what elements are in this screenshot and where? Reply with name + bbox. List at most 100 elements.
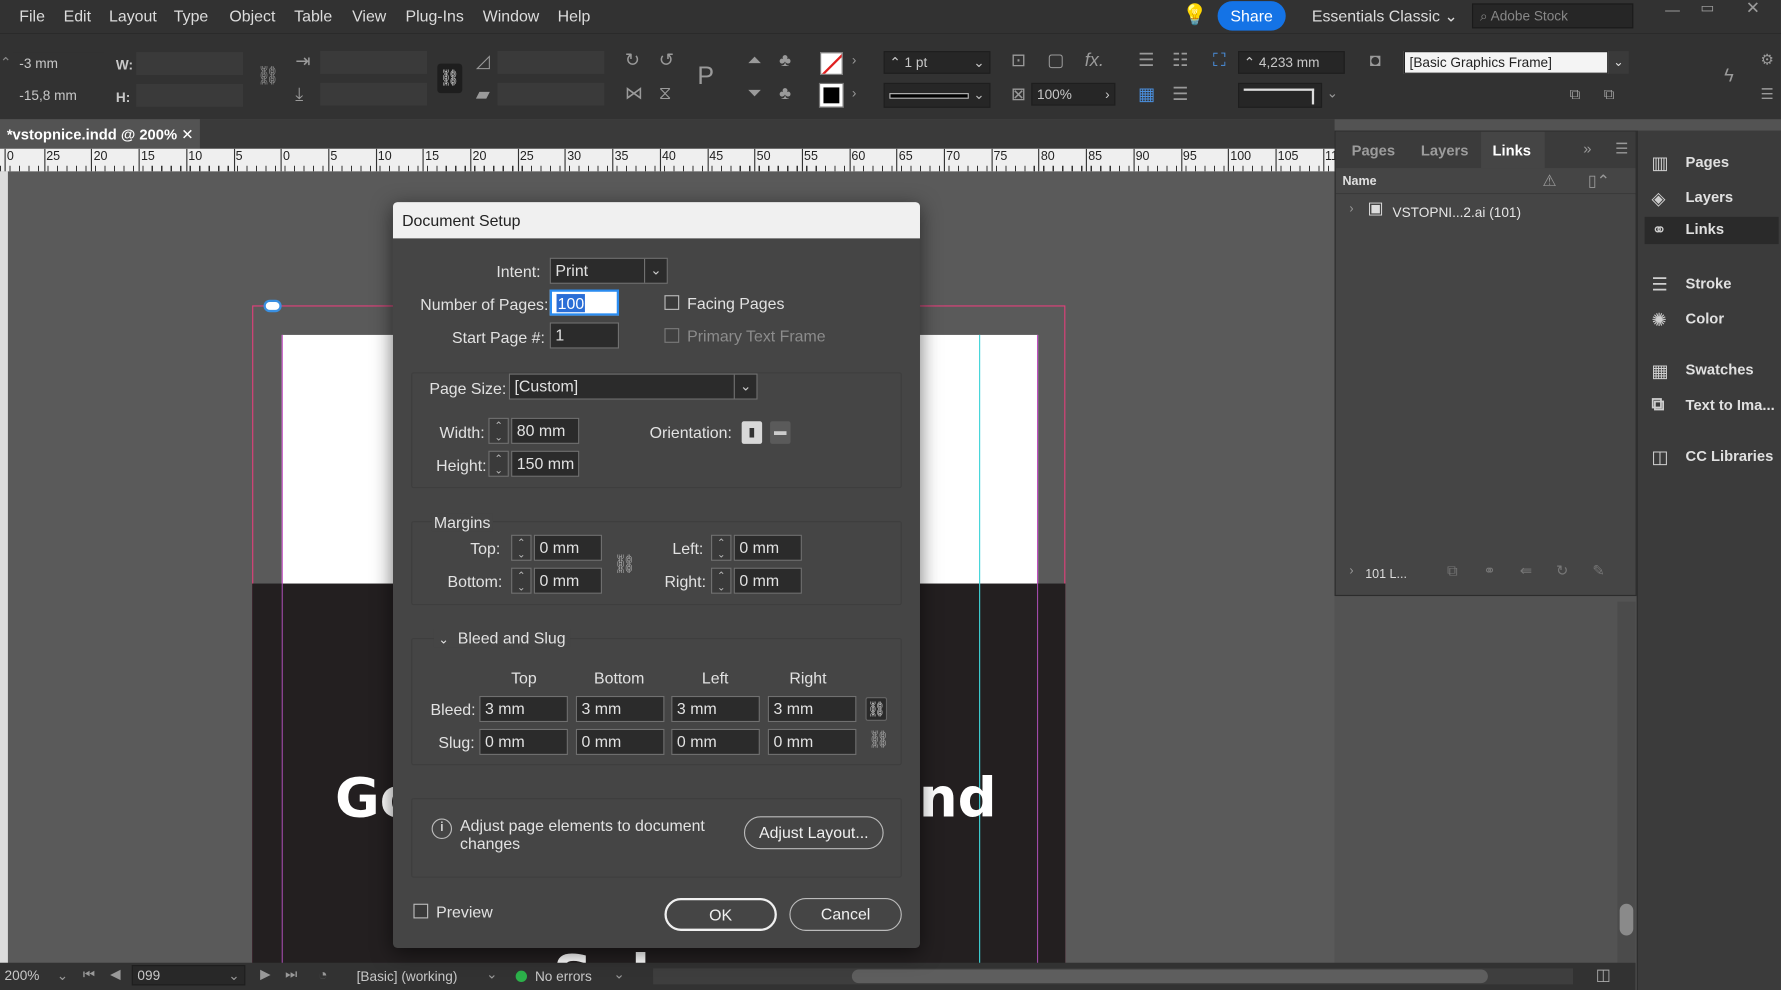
- select-previous-icon[interactable]: ♣: [779, 52, 791, 70]
- menu-edit[interactable]: Edit: [64, 7, 91, 25]
- zoom-level[interactable]: 200%: [5, 967, 40, 983]
- slug-bottom-input[interactable]: 0 mm: [575, 728, 665, 755]
- stroke-weight-field[interactable]: ⌃ 1 pt ⌄: [883, 51, 991, 74]
- object-style-dropdown-icon[interactable]: ⌄: [1608, 51, 1629, 74]
- close-window-icon[interactable]: ✕: [1746, 0, 1760, 17]
- select-container-icon[interactable]: ⏶: [747, 52, 762, 70]
- control-menu-icon[interactable]: ☰: [1760, 86, 1773, 101]
- y-field[interactable]: -15,8 mm: [13, 84, 105, 107]
- margin-bottom-stepper[interactable]: ⌃ ⌄: [511, 567, 532, 594]
- menu-plugins[interactable]: Plug-Ins: [405, 7, 463, 25]
- width-field[interactable]: [136, 52, 244, 75]
- dock-links[interactable]: ⚭ Links: [1644, 216, 1779, 245]
- fitting-frame-icon[interactable]: ⊡: [1011, 52, 1026, 70]
- scale-x-field[interactable]: [320, 51, 428, 74]
- object-style-select[interactable]: [Basic Graphics Frame]: [1403, 51, 1609, 74]
- ok-button[interactable]: OK: [664, 898, 777, 931]
- corner-shape-select[interactable]: [1238, 82, 1323, 108]
- flip-h-icon[interactable]: ⋈: [625, 85, 643, 103]
- lightbulb-icon[interactable]: 💡: [1182, 5, 1207, 25]
- bleed-right-input[interactable]: 3 mm: [767, 695, 857, 723]
- wrap-around-icon[interactable]: ☰: [1172, 86, 1188, 104]
- clear-overrides-icon[interactable]: ⧉: [1570, 86, 1581, 101]
- fit-content-icon[interactable]: ▢: [1047, 52, 1064, 70]
- first-page-icon[interactable]: ⏮: [83, 966, 95, 983]
- cc-libraries-icon[interactable]: ⧉: [1447, 563, 1458, 578]
- split-view-icon[interactable]: ◫: [1596, 965, 1611, 984]
- fill-swatch[interactable]: [820, 52, 843, 75]
- constrain-proportions-icon[interactable]: ⛓: [257, 68, 280, 86]
- facing-pages-checkbox[interactable]: [664, 295, 680, 310]
- dock-color[interactable]: ✺ Color: [1645, 307, 1779, 332]
- edit-original-icon[interactable]: ✎: [1592, 563, 1604, 578]
- stock-search-input[interactable]: ⌕ Adobe Stock: [1471, 3, 1634, 29]
- menu-help[interactable]: Help: [558, 7, 591, 25]
- margins-link-icon[interactable]: ⛓: [613, 553, 636, 576]
- control-settings-icon[interactable]: ⚙: [1760, 52, 1773, 67]
- document-tab[interactable]: *vstopnice.indd @ 200% ✕: [0, 119, 201, 149]
- rotate-cw-icon[interactable]: ↻: [625, 52, 640, 70]
- margin-top-stepper[interactable]: ⌃ ⌄: [511, 534, 532, 561]
- menu-table[interactable]: Table: [294, 7, 332, 25]
- bleed-bottom-input[interactable]: 3 mm: [575, 695, 665, 723]
- quick-actions-icon[interactable]: ϟ: [1724, 68, 1734, 86]
- workspace-switcher[interactable]: Essentials Classic ⌄: [1312, 7, 1458, 26]
- shear-field[interactable]: [497, 82, 605, 106]
- margin-right-input[interactable]: 0 mm: [733, 567, 802, 594]
- share-button[interactable]: Share: [1217, 1, 1286, 31]
- slug-top-input[interactable]: 0 mm: [479, 728, 568, 755]
- profile-dropdown-icon[interactable]: ⌄: [486, 966, 497, 982]
- align-left-icon[interactable]: ☰: [1138, 52, 1154, 70]
- bleed-link-icon[interactable]: ⛓: [865, 697, 888, 721]
- tab-links[interactable]: Links: [1492, 142, 1531, 159]
- last-page-icon[interactable]: ⏭: [285, 966, 297, 983]
- goto-link-icon[interactable]: ⇚: [1520, 563, 1532, 578]
- dock-layers[interactable]: ◈ Layers: [1645, 185, 1779, 210]
- expand-arrow-icon[interactable]: ›: [1349, 203, 1353, 215]
- menu-view[interactable]: View: [352, 7, 386, 25]
- dialog-title[interactable]: Document Setup: [392, 202, 920, 239]
- cancel-button[interactable]: Cancel: [789, 898, 902, 931]
- scale-y-field[interactable]: [320, 82, 428, 106]
- intent-select[interactable]: Print ⌄: [549, 257, 668, 284]
- fill-menu-icon[interactable]: ›: [852, 53, 857, 67]
- stroke-swatch[interactable]: [818, 82, 844, 108]
- canvas-scrollbar-thumb[interactable]: [1619, 903, 1634, 936]
- height-field[interactable]: [136, 84, 244, 107]
- flip-v-icon[interactable]: ⧖: [659, 85, 672, 103]
- new-style-icon[interactable]: ⧉: [1604, 86, 1615, 101]
- minimize-icon[interactable]: —: [1665, 2, 1680, 17]
- zoom-dropdown-icon[interactable]: ⌄: [57, 967, 68, 983]
- dock-text-to-image[interactable]: ⧉ Text to Ima...: [1645, 393, 1779, 418]
- constrain-scale-icon[interactable]: ⛓: [437, 63, 463, 94]
- maximize-icon[interactable]: ▭: [1700, 0, 1714, 15]
- collapse-panel-icon[interactable]: »: [1583, 141, 1591, 156]
- horizontal-scrollbar-thumb[interactable]: [851, 969, 1488, 984]
- relink-icon[interactable]: ⚭: [1483, 563, 1495, 578]
- page-size-dropdown-icon[interactable]: ⌄: [733, 374, 757, 399]
- slug-left-input[interactable]: 0 mm: [671, 728, 760, 755]
- menu-layout[interactable]: Layout: [109, 7, 157, 25]
- bleed-slug-toggle[interactable]: ⌄ Bleed and Slug: [433, 628, 571, 648]
- path-type-icon[interactable]: P: [697, 63, 714, 89]
- margin-left-stepper[interactable]: ⌃ ⌄: [711, 534, 732, 561]
- preview-checkbox[interactable]: [413, 903, 429, 919]
- menu-object[interactable]: Object: [229, 7, 275, 25]
- auto-fit-icon[interactable]: ⛶: [1213, 52, 1226, 70]
- menu-window[interactable]: Window: [483, 7, 540, 25]
- dock-swatches[interactable]: ▦ Swatches: [1645, 358, 1779, 383]
- link-item-name[interactable]: VSTOPNI...2.ai (101): [1392, 204, 1521, 220]
- adjust-layout-button[interactable]: Adjust Layout...: [743, 816, 884, 850]
- slug-right-input[interactable]: 0 mm: [767, 728, 857, 755]
- rotate-ccw-icon[interactable]: ↺: [659, 52, 674, 70]
- height-stepper[interactable]: ⌃ ⌄: [488, 450, 509, 477]
- portrait-icon[interactable]: ▮: [741, 421, 763, 444]
- fx-icon[interactable]: fx.: [1085, 52, 1104, 70]
- start-page-input[interactable]: 1: [549, 322, 620, 349]
- align-center-icon[interactable]: ☷: [1172, 52, 1188, 70]
- prev-page-icon[interactable]: ◀: [110, 966, 120, 982]
- tab-layers[interactable]: Layers: [1421, 142, 1469, 159]
- height-input[interactable]: 150 mm: [511, 450, 580, 477]
- intent-dropdown-icon[interactable]: ⌄: [643, 258, 667, 283]
- link-badge-icon[interactable]: [263, 299, 282, 313]
